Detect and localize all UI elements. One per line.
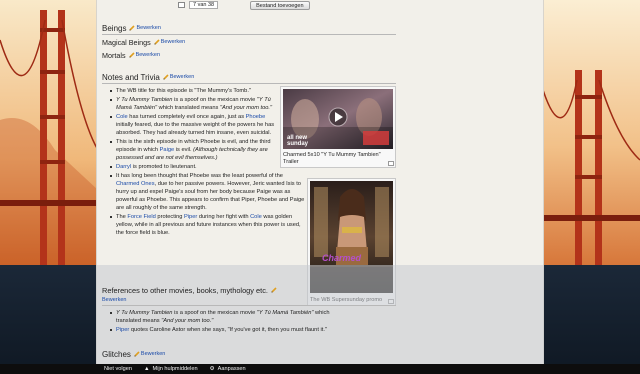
video-thumbnail[interactable]: all new sunday Charmed 5x10 "Y Tu Mummy … [280,86,396,168]
tools-icon: ▲ [144,366,150,372]
pencil-icon [129,25,136,31]
section-references: References to other movies, books, mytho… [102,286,277,295]
list-item: Darryl is promoted to lieutenant. [107,163,279,171]
list-item: Y Tu Mummy Tambien is a spoof on the mex… [107,96,279,112]
magnify-icon[interactable] [388,161,394,166]
pencil-icon [128,52,135,58]
golden-gate-bridge-left [0,0,98,265]
edit-link[interactable]: Bewerken [134,351,165,357]
add-file-button[interactable]: Bestand toevoegen [250,0,310,10]
list-item: Piper quotes Caroline Astor when she say… [107,326,347,334]
list-item: It has long been thought that Phoebe was… [107,172,307,212]
edit-link[interactable]: Bewerken [163,74,194,80]
divider [102,305,396,306]
link-paige[interactable]: Paige [160,147,175,153]
unfollow-button[interactable]: Niet volgen [0,366,138,372]
edit-link[interactable]: Bewerken [102,297,126,303]
section-title: Beings [102,24,127,33]
link-charmed-ones[interactable]: Charmed Ones [116,181,155,187]
link-darryl[interactable]: Darryl [116,164,131,170]
section-title: Glitches [102,350,131,359]
video-overlay-text: all new sunday [287,135,309,147]
pencil-icon [271,287,277,293]
pencil-icon [163,74,169,80]
poster-title: Charmed [322,253,362,263]
list-item: The WB title for this episode is "The Mu… [107,87,279,95]
edit-link[interactable]: Bewerken [129,25,161,31]
divider [102,34,396,35]
pencil-icon [153,39,160,45]
poster-caption: The WB Supersunday promo [310,297,383,303]
link-piper[interactable]: Piper [116,327,129,333]
references-edit: Bewerken [102,297,126,303]
link-cole[interactable]: Cole [116,114,128,120]
gallery-nav: 7 van 38 Bestand toevoegen [178,0,310,10]
gallery-icon[interactable] [178,2,185,8]
divider [102,83,396,84]
link-force-field[interactable]: Force Field [127,214,155,220]
gear-icon: ⚙ [209,366,215,372]
section-notes-trivia: Notes and Trivia Bewerken [102,73,194,82]
list-item: The Force Field protecting Piper during … [107,213,307,237]
play-icon[interactable] [328,107,348,127]
link-cole[interactable]: Cole [250,214,262,220]
list-item: This is the sixth episode in which Phoeb… [107,138,279,162]
section-title: Magical Beings [102,38,151,47]
trivia-list: The WB title for this episode is "The Mu… [107,87,304,238]
bottom-toolbar: Niet volgen ▲ Mijn hulpmiddelen ⚙ Aanpas… [0,364,640,374]
page-counter: 7 van 38 [189,1,219,9]
section-glitches: Glitches Bewerken [102,350,165,359]
poster-thumbnail[interactable]: Charmed The WB Supersunday promo [307,178,396,306]
edit-link[interactable]: Bewerken [128,52,160,58]
poster-image[interactable] [310,181,393,293]
link-piper[interactable]: Piper [184,214,197,220]
golden-gate-bridge-right [543,0,640,265]
customize-button[interactable]: ⚙ Aanpassen [204,366,252,372]
pencil-icon [134,351,140,357]
video-caption: Charmed 5x10 "Y Tu Mummy Tambien" Traile… [283,152,381,165]
section-title: References to other movies, books, mytho… [102,286,268,295]
references-list: Y Tu Mummy Tambien is a spoof on the mex… [107,309,347,335]
section-title: Mortals [102,51,126,60]
list-item: Y Tu Mummy Tambien is a spoof on the mex… [107,309,347,325]
link-phoebe[interactable]: Phoebe [246,114,266,120]
section-magical-beings: Magical Beings Bewerken [102,38,185,47]
magnify-icon[interactable] [388,299,394,304]
section-title: Notes and Trivia [102,73,160,82]
my-tools-menu[interactable]: ▲ Mijn hulpmiddelen [138,366,204,372]
section-mortals: Mortals Bewerken [102,51,160,60]
edit-link[interactable]: Bewerken [153,39,185,45]
list-item: Cole has turned completely evil once aga… [107,113,279,137]
section-beings: Beings Bewerken [102,24,161,33]
